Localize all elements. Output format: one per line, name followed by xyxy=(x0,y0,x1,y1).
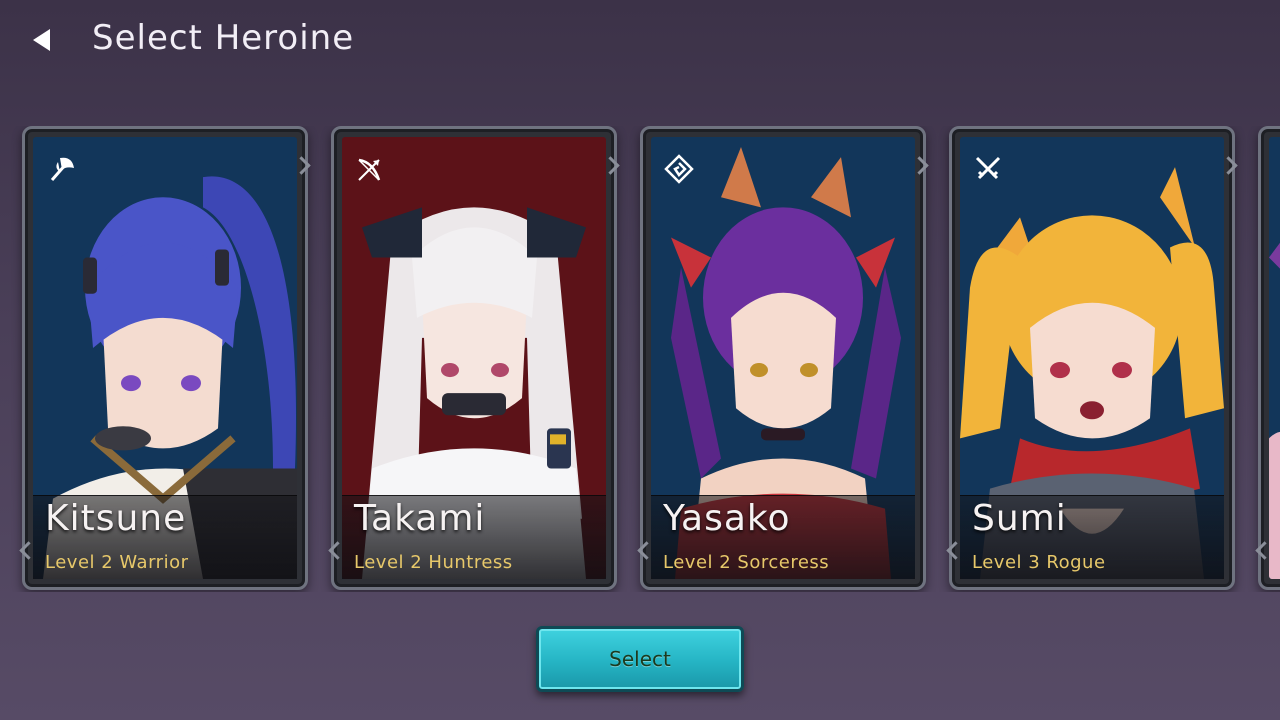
select-button-label: Select xyxy=(609,647,671,671)
back-arrow-icon xyxy=(28,26,56,58)
heroine-level: Level 2 Huntress xyxy=(354,552,513,573)
heroine-portrait xyxy=(1269,137,1280,579)
heroine-name: Sumi xyxy=(972,498,1067,539)
heroine-info: Yasako Level 2 Sorceress xyxy=(651,495,915,579)
axe-icon xyxy=(41,149,81,189)
bow-icon xyxy=(350,149,390,189)
page-title: Select Heroine xyxy=(92,18,355,58)
heroine-info: Kitsune Level 2 Warrior xyxy=(33,495,297,579)
heroine-card-sumi[interactable]: Sumi Level 3 Rogue xyxy=(949,126,1235,590)
heroine-card-yasako[interactable]: Yasako Level 2 Sorceress xyxy=(640,126,926,590)
heroine-level: Level 2 Sorceress xyxy=(663,552,830,573)
heroine-card-next[interactable] xyxy=(1258,126,1280,590)
heroine-card-kitsune[interactable]: Kitsune Level 2 Warrior xyxy=(22,126,308,590)
heroine-info: Takami Level 2 Huntress xyxy=(342,495,606,579)
heroine-carousel[interactable]: Kitsune Level 2 Warrior Takami Level 2 H… xyxy=(0,126,1280,592)
heroine-level: Level 2 Warrior xyxy=(45,552,189,573)
select-button[interactable]: Select xyxy=(536,626,744,692)
back-button[interactable] xyxy=(22,22,62,62)
heroine-card-takami[interactable]: Takami Level 2 Huntress xyxy=(331,126,617,590)
header: Select Heroine xyxy=(0,0,1280,80)
heroine-name: Kitsune xyxy=(45,498,187,539)
heroine-level: Level 3 Rogue xyxy=(972,552,1106,573)
crossed-swords-icon xyxy=(968,149,1008,189)
heroine-info: Sumi Level 3 Rogue xyxy=(960,495,1224,579)
heroine-name: Takami xyxy=(354,498,486,539)
heroine-name: Yasako xyxy=(663,498,791,539)
spiral-icon xyxy=(659,149,699,189)
